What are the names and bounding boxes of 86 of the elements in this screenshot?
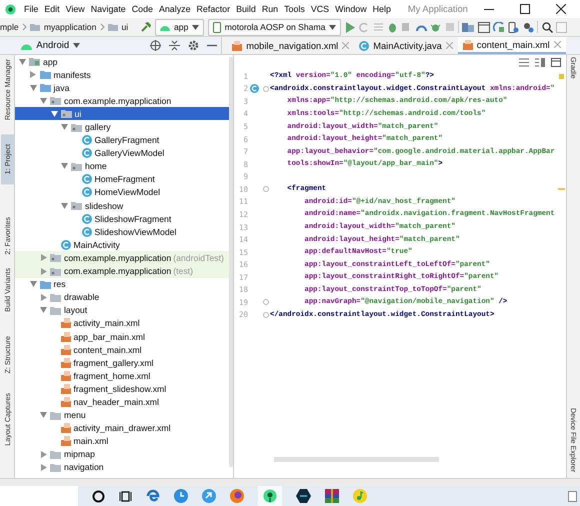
tree-item[interactable]: main.xml <box>74 436 108 446</box>
tree-item[interactable]: HomeFragment <box>94 174 155 184</box>
menu-title[interactable]: Run <box>258 4 282 14</box>
tree-row[interactable]: fragment_gallery.xml <box>15 356 233 370</box>
tree-item[interactable]: app <box>43 56 58 67</box>
menu-title[interactable]: VCS <box>308 4 332 14</box>
tree-item[interactable]: SlideshowFragment <box>94 214 172 224</box>
tree-item[interactable]: fragment_gallery.xml <box>74 358 154 368</box>
tree-item[interactable]: GalleryViewModel <box>94 148 164 158</box>
tree-item[interactable]: HomeViewModel <box>94 187 160 198</box>
tree-item[interactable]: activity_main_drawer.xml <box>74 423 171 434</box>
tree-row[interactable]: home <box>15 160 233 173</box>
tree-item[interactable]: fragment_home.xml <box>74 370 150 381</box>
editor-tab[interactable]: content_main.xml <box>458 37 566 54</box>
tree-row[interactable]: GalleryViewModel <box>15 146 233 160</box>
tree-item[interactable]: home <box>85 161 107 172</box>
menu-title[interactable]: Tools <box>281 4 308 14</box>
tree-row[interactable]: menu <box>15 408 233 422</box>
tree-item[interactable]: slideshow <box>85 200 124 211</box>
tree-row[interactable]: content_main.xml <box>15 343 233 356</box>
tree-row[interactable]: MainActivity <box>15 238 233 252</box>
tree-item[interactable]: app_bar_main.xml <box>74 332 145 342</box>
menu-title[interactable]: Edit <box>41 4 63 14</box>
tree-item[interactable]: layout <box>64 305 88 316</box>
tree-row[interactable]: app <box>15 55 233 68</box>
menu-title[interactable]: Refactor <box>194 4 234 14</box>
tree-item[interactable]: navigation <box>64 462 104 472</box>
tree-row[interactable]: activity_main_drawer.xml <box>15 422 233 435</box>
tree-item[interactable]: drawable <box>64 292 100 302</box>
tree-item[interactable]: activity_main.xml <box>74 318 140 328</box>
tree-row[interactable]: fragment_slideshow.xml <box>15 382 233 396</box>
tree-row[interactable]: SlideshowViewModel <box>15 225 233 238</box>
tree-item[interactable]: ui <box>74 108 82 119</box>
tree-row[interactable]: manifests <box>15 68 233 82</box>
tree-row[interactable]: app_bar_main.xml <box>15 330 233 344</box>
tree-item[interactable]: nav_header_main.xml <box>74 396 159 407</box>
tree-row[interactable]: gallery <box>15 120 233 134</box>
tree-row[interactable]: main.xml <box>15 434 233 448</box>
source-set-note: (test) <box>173 266 193 276</box>
tree-item[interactable]: SlideshowViewModel <box>94 226 176 237</box>
tree-item[interactable]: content_main.xml <box>74 344 142 355</box>
source-set-note: (androidTest) <box>173 252 224 263</box>
editor-tab[interactable]: MainActivity.java <box>354 37 458 54</box>
menu-title[interactable]: Navigate <box>88 4 129 14</box>
tree-item[interactable]: manifests <box>54 70 91 80</box>
tree-item[interactable]: mipmap <box>64 449 95 460</box>
tree-item[interactable]: com.example.myapplication <box>64 252 172 263</box>
tree-item[interactable]: com.example.myapplication <box>64 266 172 276</box>
tree-row[interactable]: fragment_home.xml <box>15 369 233 382</box>
tree-row[interactable]: drawable <box>15 290 233 304</box>
device-dropdown[interactable]: motorola AOSP on Shama <box>208 18 342 36</box>
menu-title[interactable]: View <box>62 4 88 14</box>
tree-row[interactable]: activity_main.xml <box>15 316 233 330</box>
breadcrumb-item[interactable]: mple <box>0 22 19 32</box>
run-config-dropdown[interactable]: app <box>155 18 204 36</box>
tree-item[interactable]: gallery <box>85 122 111 132</box>
editor-tab[interactable]: mobile_navigation.xml <box>227 37 354 54</box>
tree-item[interactable]: com.example.myapplication <box>64 96 172 106</box>
menu-title[interactable]: Help <box>370 4 394 14</box>
tree-row[interactable]: java <box>15 81 233 94</box>
menu-title[interactable]: Analyze <box>156 4 194 14</box>
breadcrumb-item[interactable]: myapplication <box>44 22 96 32</box>
tree-item[interactable]: java <box>54 82 70 93</box>
tree-row[interactable]: nav_header_main.xml <box>15 395 233 409</box>
tree-row[interactable]: layout <box>15 304 233 317</box>
tree-row[interactable]: HomeFragment <box>15 172 233 186</box>
breadcrumb-item[interactable]: ui <box>122 22 128 32</box>
tree-row[interactable]: SlideshowFragment <box>15 212 233 226</box>
tree-row[interactable]: navigation <box>15 460 233 474</box>
tree-row[interactable]: slideshow <box>15 199 233 212</box>
tree-row[interactable]: mipmap <box>15 448 233 461</box>
tree-item[interactable]: GalleryFragment <box>94 135 160 146</box>
menu-title[interactable]: Window <box>332 4 370 14</box>
menu-title[interactable]: Build <box>233 4 259 14</box>
tree-row[interactable]: res <box>15 278 233 291</box>
menu-title[interactable]: File <box>21 4 42 14</box>
tree-row[interactable]: HomeViewModel <box>15 186 233 200</box>
tree-row[interactable]: GalleryFragment <box>15 134 233 147</box>
project-view-dropdown[interactable]: Android <box>21 40 80 51</box>
tree-item[interactable]: res <box>54 279 66 290</box>
tree-item[interactable]: MainActivity <box>74 240 120 250</box>
tree-item[interactable]: menu <box>64 410 86 420</box>
window-title: My Application <box>408 4 468 14</box>
tree-row[interactable]: com.example.myapplication <box>15 94 233 108</box>
menu-title[interactable]: Code <box>128 4 156 14</box>
tree-item[interactable]: fragment_slideshow.xml <box>74 384 166 394</box>
